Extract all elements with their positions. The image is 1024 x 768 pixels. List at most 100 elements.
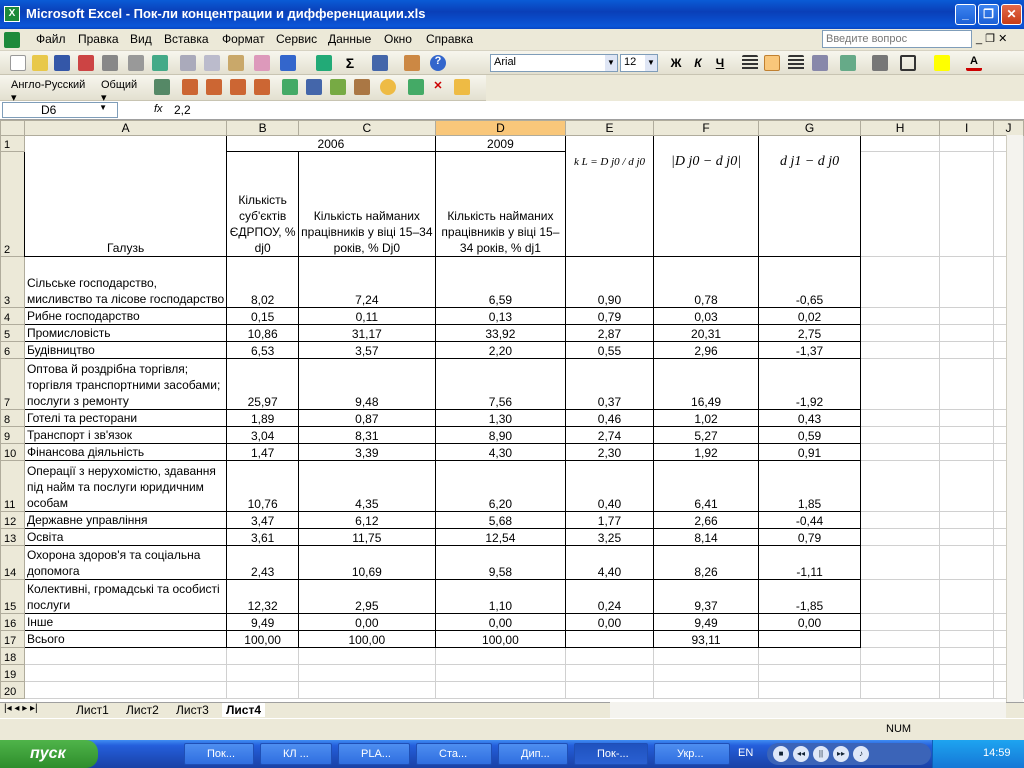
cell[interactable]: 12,54 — [434, 528, 567, 546]
cell[interactable]: 0,37 — [565, 358, 654, 410]
cell[interactable] — [939, 135, 995, 152]
cell[interactable] — [859, 426, 941, 444]
cell[interactable]: 31,17 — [298, 324, 436, 342]
autosum-icon[interactable]: Σ — [342, 55, 358, 71]
menu-file[interactable]: Файл — [36, 32, 66, 46]
cell[interactable] — [758, 647, 861, 665]
cell[interactable] — [939, 443, 995, 461]
cell[interactable]: -1,92 — [758, 358, 861, 410]
cell[interactable]: 6,59 — [434, 256, 567, 308]
cell[interactable] — [939, 460, 995, 512]
tab-sheet1[interactable]: Лист1 — [76, 703, 109, 717]
cell[interactable] — [939, 256, 995, 308]
task-button[interactable]: PLA... — [338, 743, 410, 765]
borders-icon[interactable] — [900, 55, 916, 71]
cell[interactable]: 7,24 — [298, 256, 436, 308]
save-icon[interactable] — [54, 55, 70, 71]
cell[interactable]: Державне управління — [23, 511, 228, 529]
font-size-select[interactable]: 12 ▼ — [620, 54, 658, 72]
cell[interactable]: 0,00 — [434, 613, 567, 631]
stop-icon[interactable]: ■ — [773, 746, 789, 762]
chart-wizard-icon[interactable] — [404, 55, 420, 71]
tool-icon-9[interactable] — [354, 79, 370, 95]
cell[interactable]: 2,95 — [298, 579, 436, 614]
row-header[interactable]: 18 — [0, 647, 25, 665]
cell[interactable] — [859, 358, 941, 410]
cell[interactable]: 10,69 — [298, 545, 436, 580]
tool-icon-2[interactable] — [182, 79, 198, 95]
ask-question-input[interactable]: Введите вопрос — [822, 30, 972, 48]
cell[interactable]: Операції з нерухомістю, здавання під най… — [23, 460, 228, 512]
new-icon[interactable] — [10, 55, 26, 71]
cell[interactable] — [939, 426, 995, 444]
cell[interactable]: 2006 — [226, 135, 436, 152]
row-header[interactable]: 9 — [0, 426, 25, 444]
open-icon[interactable] — [32, 55, 48, 71]
active-cell[interactable]: 2,20 — [434, 341, 567, 359]
cell[interactable]: Освіта — [23, 528, 228, 546]
cell[interactable]: 0,91 — [758, 443, 861, 461]
cell[interactable]: Готелі та ресторани — [23, 409, 228, 427]
cell[interactable]: 1,02 — [652, 409, 760, 427]
hyperlink-icon[interactable] — [316, 55, 332, 71]
document-icon[interactable] — [4, 32, 20, 48]
cell[interactable] — [859, 460, 941, 512]
cell[interactable]: 10,76 — [226, 460, 300, 512]
translate-lang-select[interactable]: Англо-Русский ▾ — [8, 78, 94, 104]
cell[interactable] — [859, 256, 941, 308]
cell[interactable]: 0,79 — [758, 528, 861, 546]
cell[interactable] — [859, 443, 941, 461]
bold-button[interactable]: Ж — [666, 54, 686, 72]
cell[interactable]: |D j0 − d j0| — [652, 135, 760, 257]
row-header[interactable]: 3 — [0, 256, 25, 308]
row-header[interactable]: 12 — [0, 511, 25, 529]
cell[interactable]: 11,75 — [298, 528, 436, 546]
menu-edit[interactable]: Правка — [78, 32, 119, 46]
cell[interactable]: -1,37 — [758, 341, 861, 359]
format-painter-icon[interactable] — [254, 55, 270, 71]
cell[interactable]: 0,46 — [565, 409, 654, 427]
cell[interactable] — [298, 647, 436, 665]
cell[interactable]: 2,96 — [652, 341, 760, 359]
cell[interactable]: 8,14 — [652, 528, 760, 546]
task-button[interactable]: КЛ ... — [260, 743, 332, 765]
menu-format[interactable]: Формат — [222, 32, 265, 46]
cell[interactable]: 6,53 — [226, 341, 300, 359]
cell[interactable] — [859, 647, 941, 665]
cell[interactable]: 2,75 — [758, 324, 861, 342]
cell[interactable] — [859, 579, 941, 614]
cell[interactable] — [939, 579, 995, 614]
cell[interactable]: 8,31 — [298, 426, 436, 444]
horizontal-scrollbar[interactable] — [610, 702, 1006, 718]
permission-icon[interactable] — [78, 55, 94, 71]
cell[interactable]: Рибне господарство — [23, 307, 228, 325]
cell[interactable]: 0,00 — [758, 613, 861, 631]
row-header[interactable]: 8 — [0, 409, 25, 427]
spelling-icon[interactable] — [152, 55, 168, 71]
language-indicator[interactable]: EN — [738, 747, 753, 759]
cell[interactable] — [23, 647, 228, 665]
cell[interactable] — [758, 681, 861, 699]
cell[interactable]: 6,41 — [652, 460, 760, 512]
cell[interactable]: 4,40 — [565, 545, 654, 580]
volume-icon[interactable]: ♪ — [853, 746, 869, 762]
cell[interactable] — [939, 324, 995, 342]
cell[interactable] — [298, 664, 436, 682]
select-all[interactable] — [0, 120, 25, 136]
cell[interactable]: 0,79 — [565, 307, 654, 325]
row-header[interactable]: 17 — [0, 630, 25, 648]
cell[interactable]: 0,15 — [226, 307, 300, 325]
cell[interactable]: 4,30 — [434, 443, 567, 461]
cell[interactable]: 1,77 — [565, 511, 654, 529]
cell[interactable]: 6,20 — [434, 460, 567, 512]
help-icon[interactable]: ? — [430, 55, 446, 71]
col-header-d[interactable]: D — [434, 120, 567, 136]
sort-ascending-icon[interactable] — [372, 55, 388, 71]
cell[interactable] — [859, 307, 941, 325]
cell[interactable] — [859, 341, 941, 359]
italic-button[interactable]: К — [688, 54, 708, 72]
cell[interactable] — [939, 151, 995, 257]
cell[interactable]: 12,32 — [226, 579, 300, 614]
cell[interactable]: 0,11 — [298, 307, 436, 325]
row-header[interactable]: 13 — [0, 528, 25, 546]
